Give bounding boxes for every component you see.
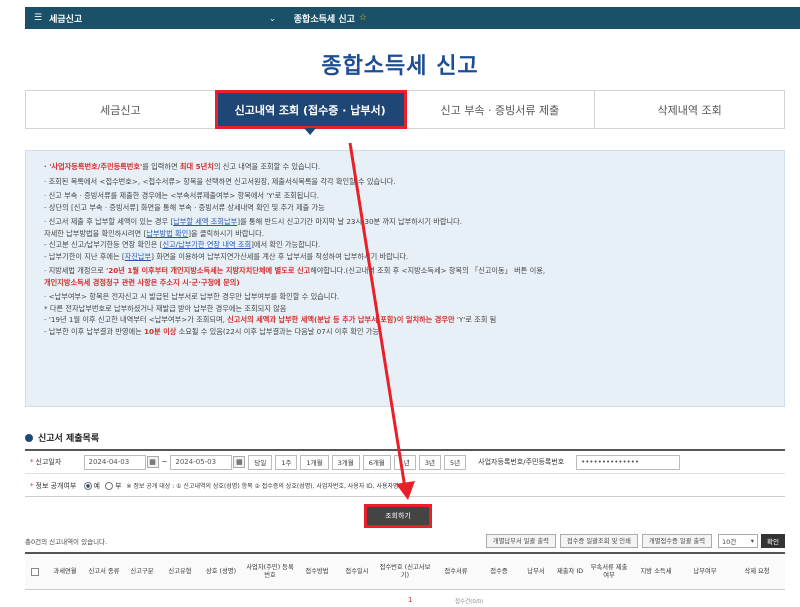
breadcrumb-tax-filing[interactable]: 세금신고 <box>49 12 239 25</box>
page-number-link[interactable]: 1 <box>408 596 412 604</box>
public-label: 정보 공개여부 <box>35 481 77 490</box>
star-icon[interactable]: ☆ <box>359 13 367 23</box>
col-header: 접수증 <box>490 567 508 575</box>
bullet-icon <box>25 433 33 442</box>
period-5year-button[interactable]: 5년 <box>444 454 467 470</box>
col-header: 접수방법 <box>305 567 329 575</box>
id-number-input[interactable] <box>576 454 681 470</box>
public-yes-label: 예 <box>93 481 100 490</box>
info-line: · 지방세법 개정으로 '20년 1월 이후부터 개인지방소득세는 지방자치단체… <box>44 266 546 275</box>
col-header: 부속서류 제출여부 <box>590 563 628 579</box>
date-to-input[interactable] <box>170 454 233 470</box>
tab-attachments-submit[interactable]: 신고 부속 · 증빙서류 제출 <box>405 91 596 128</box>
col-header: 지방 소득세 <box>640 567 672 575</box>
search-form: * 신고일자 ▦ ~ ▦ 당일 1주 1개월 3개월 6개월 1년 3년 5년 … <box>25 449 785 497</box>
tab-tax-filing[interactable]: 세금신고 <box>26 91 216 128</box>
bulk-receipt-print-button[interactable]: 접수증 일괄조회 및 인쇄 <box>559 533 638 548</box>
tab-filing-history[interactable]: 신고내역 조회 (접수증 · 납부서) <box>214 90 407 135</box>
link-extension-history[interactable]: 신고/납부기한 연장 내역 조회 <box>162 240 251 249</box>
period-3year-button[interactable]: 3년 <box>418 454 442 470</box>
required-icon: * <box>30 458 34 466</box>
link-tax-due-lookup[interactable]: 납부할 세액 조회납부 <box>173 217 237 226</box>
info-line: - 납부한 이후 납부결과 반영에는 10분 이상 소요될 수 있음(22시 이… <box>44 326 382 336</box>
tab-filing-history-label: 신고내역 조회 (접수증 · 납부서) <box>234 103 386 117</box>
required-icon: * <box>30 481 34 490</box>
info-line: - 납부기한이 지난 후에는 [자진납부] 화면을 이용하여 납부지연가산세를 … <box>44 251 409 261</box>
info-line: - '19년 1월 이후 신고한 내역부터 <납부여부>가 조회되며, 신고서의… <box>44 315 497 324</box>
info-line: 자세한 납부방법을 확인하시려면 [납부방법 확인]을 클릭하시기 바랍니다. <box>44 228 265 238</box>
col-header: 사업자(주민) 등록번호 <box>246 563 294 579</box>
date-label: 신고일자 <box>35 458 62 466</box>
menu-icon[interactable]: ☰ <box>34 13 42 23</box>
result-count: 총0건의 신고내역이 있습니다. <box>25 537 108 546</box>
col-header: 삭제 요청 <box>744 567 770 575</box>
info-line: · <납부여부> 항목은 전자신고 시 발급된 납부서로 납부한 경우만 납부여… <box>44 292 340 301</box>
public-no-radio[interactable] <box>104 481 113 490</box>
col-header: 접수번호 (신고서보기) <box>379 563 431 579</box>
col-header: 접수일시 <box>345 567 369 575</box>
link-payment-method[interactable]: 납부방법 확인 <box>146 229 188 238</box>
table-header-row: 과세연월 신고서 종류 신고구분 신고유형 상호 (성명) 사업자(주민) 등록… <box>25 554 785 590</box>
tab-bar: 세금신고 신고내역 조회 (접수증 · 납부서) 신고 부속 · 증빙서류 제출… <box>25 90 785 135</box>
info-line: · '사업자등록번호/주민등록번호'를 입력하면 최대 5년치의 신고 내역을 … <box>44 162 321 171</box>
link-self-payment[interactable]: 자진납부 <box>125 252 151 261</box>
date-from-input[interactable] <box>83 454 146 470</box>
info-line: - 상단의 [신고 부속 · 증빙서류] 화면을 통해 부속 · 증빙서류 상세… <box>44 202 325 212</box>
page-size-select[interactable]: 10건 ▾ <box>718 533 759 548</box>
col-header: 신고서 종류 <box>88 567 120 575</box>
period-1year-button[interactable]: 1년 <box>393 454 416 470</box>
section-title: 신고서 제출목록 <box>25 431 99 444</box>
date-separator: ~ <box>161 458 168 466</box>
page-title: 종합소득세 신고 <box>321 54 479 79</box>
public-no-label: 부 <box>114 481 122 490</box>
period-3month-button[interactable]: 3개월 <box>331 454 360 470</box>
info-box: · '사업자등록번호/주민등록번호'를 입력하면 최대 5년치의 신고 내역을 … <box>25 150 785 407</box>
col-header: 신고유형 <box>168 567 192 575</box>
table-cell: 접수건(0/0) <box>455 599 484 605</box>
results-table: 과세연월 신고서 종류 신고구분 신고유형 상호 (성명) 사업자(주민) 등록… <box>25 552 785 607</box>
id-label: 사업자등록번호/주민등록번호 <box>478 458 565 466</box>
result-toolbar: 총0건의 신고내역이 있습니다. 개별납부서 일괄 출력 접수증 일괄조회 및 … <box>25 533 785 548</box>
info-line: · 신고서 제출 후 납부할 세액이 있는 경우 [납부할 세액 조회납부]를 … <box>44 217 463 226</box>
col-header: 상호 (성명) <box>205 567 237 575</box>
period-today-button[interactable]: 당일 <box>248 454 273 470</box>
period-1month-button[interactable]: 1개월 <box>300 454 329 470</box>
info-line: 개인지방소득세 경정청구 관련 사항은 주소지 시·군·구청에 문의) <box>44 277 240 287</box>
info-line: · 조회된 목록에서 <접수번호>, <접수서류> 항목을 선택하면 신고서원장… <box>44 176 396 186</box>
info-line: - 신고분 신고/납부기한등 연장 확인은 [신고/납부기한 연장 내역 조회]… <box>44 240 321 249</box>
search-button[interactable]: 조회하기 <box>364 504 432 528</box>
period-1week-button[interactable]: 1주 <box>275 454 298 470</box>
select-all-cell <box>25 554 45 589</box>
public-note: ※ 정보 공개 대상 : ① 신고내역의 상호(성명) 항목 ② 접수증의 상호… <box>126 483 412 490</box>
bulk-receipt-output-button[interactable]: 개별접수증 일괄 출력 <box>641 533 713 548</box>
info-line: · 신고 부속 · 증빙서류를 제출한 경우에는 <부속서류제출여부> 항목에서… <box>44 191 319 200</box>
calendar-icon[interactable]: ▦ <box>233 456 246 468</box>
breadcrumb-income-tax[interactable]: 종합소득세 신고 <box>294 12 355 25</box>
chevron-down-icon[interactable]: ⌄ <box>269 14 276 23</box>
info-line: * 다른 전자납부번호로 납부하셨거나 재발급 받아 납부한 경우에는 조회되지… <box>44 303 287 313</box>
tab-deleted-history[interactable]: 삭제내역 조회 <box>595 91 784 128</box>
col-header: 신고구분 <box>130 567 154 575</box>
table-body: 1 접수건(0/0) <box>25 590 785 607</box>
col-header: 납부서 <box>527 567 545 575</box>
confirm-button[interactable]: 확인 <box>761 533 785 548</box>
select-all-checkbox[interactable] <box>31 567 39 576</box>
chevron-down-icon: ▾ <box>750 536 755 545</box>
col-header: 납부여부 <box>693 567 717 575</box>
active-tab-pointer <box>304 128 317 135</box>
col-header: 과세연월 <box>53 567 77 575</box>
col-header: 접수서류 <box>444 567 468 575</box>
bulk-payment-print-button[interactable]: 개별납부서 일괄 출력 <box>485 533 556 548</box>
period-6month-button[interactable]: 6개월 <box>362 454 391 470</box>
top-nav-bar: ☰ 세금신고 ⌄ 종합소득세 신고 ☆ <box>25 7 800 29</box>
col-header: 제출자 ID <box>556 567 584 575</box>
calendar-icon[interactable]: ▦ <box>146 456 159 468</box>
public-yes-radio[interactable] <box>83 481 92 490</box>
